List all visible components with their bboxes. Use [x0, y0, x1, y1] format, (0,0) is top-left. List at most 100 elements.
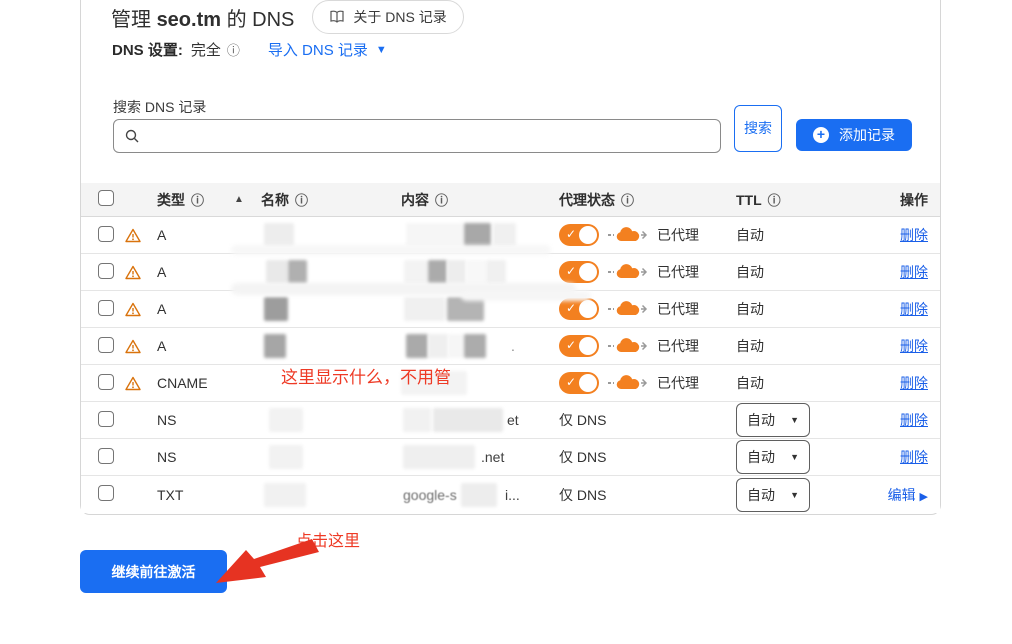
- redacted-blob: [269, 445, 303, 469]
- delete-record-link[interactable]: 删除: [900, 338, 928, 354]
- record-type: TXT: [153, 487, 261, 503]
- record-content-fragment: .net: [481, 449, 504, 465]
- row-checkbox[interactable]: [98, 448, 114, 464]
- table-row: TXT google-si... 仅 DNS 自动▼ 编辑 ▶: [81, 476, 940, 513]
- info-circle-icon[interactable]: ⓘ: [768, 193, 781, 208]
- redacted-blob: [264, 223, 294, 247]
- import-dns-records-link[interactable]: 导入 DNS 记录 ▼: [268, 39, 387, 60]
- delete-record-link[interactable]: 删除: [900, 227, 928, 243]
- redacted-blob: [266, 260, 288, 284]
- info-circle-icon[interactable]: ⓘ: [621, 193, 634, 208]
- redacted-blob: [428, 260, 447, 284]
- redacted-blob: [288, 260, 307, 284]
- warning-triangle-icon[interactable]: [125, 376, 153, 391]
- search-input[interactable]: [148, 120, 720, 152]
- dns-settings-label: DNS 设置:: [112, 39, 183, 60]
- warning-triangle-icon[interactable]: [125, 339, 153, 354]
- continue-activate-button[interactable]: 继续前往激活: [80, 550, 227, 593]
- ttl-value: 自动: [736, 264, 764, 280]
- row-checkbox[interactable]: [98, 300, 114, 316]
- info-circle-icon[interactable]: ⓘ: [435, 193, 448, 208]
- redacted-blob: [466, 260, 486, 284]
- chevron-down-icon: ▼: [790, 490, 799, 500]
- info-circle-icon[interactable]: ⓘ: [227, 40, 240, 59]
- warning-triangle-icon[interactable]: [125, 302, 153, 317]
- chevron-down-icon: ▼: [376, 44, 387, 56]
- orange-cloud-icon: [608, 337, 648, 355]
- header-content: 内容: [401, 192, 429, 208]
- delete-record-link[interactable]: 删除: [900, 412, 928, 428]
- redacted-blob: [433, 408, 503, 432]
- row-checkbox[interactable]: [98, 337, 114, 353]
- orange-cloud-icon: [608, 300, 648, 318]
- record-name-redacted: [261, 328, 401, 364]
- redacted-blob: [403, 408, 431, 432]
- search-input-wrap: [113, 119, 721, 153]
- delete-record-link[interactable]: 删除: [900, 375, 928, 391]
- ttl-dropdown[interactable]: 自动▼: [736, 403, 810, 437]
- proxy-status-label: 已代理: [657, 225, 699, 245]
- row-checkbox[interactable]: [98, 226, 114, 242]
- header-ttl: TTL: [736, 192, 762, 208]
- sort-ascending-icon[interactable]: ▲: [234, 194, 244, 205]
- info-circle-icon[interactable]: ⓘ: [191, 190, 204, 209]
- record-type: CNAME: [153, 375, 261, 391]
- table-row: A ✓ 已代理 自动 删除: [81, 254, 940, 291]
- redacted-blob: [264, 483, 306, 507]
- edit-record-link[interactable]: 编辑 ▶: [888, 487, 928, 503]
- record-content-redacted: et: [401, 402, 553, 438]
- proxy-toggle[interactable]: ✓: [559, 298, 599, 320]
- redacted-blob: [264, 334, 286, 358]
- ttl-value: 自动: [736, 301, 764, 317]
- add-record-button[interactable]: + 添加记录: [796, 119, 912, 151]
- redacted-blob: [406, 334, 428, 358]
- record-name-redacted: [261, 254, 401, 290]
- proxy-toggle[interactable]: ✓: [559, 224, 599, 246]
- domain-name: seo.tm: [157, 9, 221, 31]
- warning-triangle-icon[interactable]: [125, 265, 153, 280]
- record-content-redacted: .net: [401, 439, 553, 475]
- record-content-redacted: google-si...: [401, 476, 553, 513]
- info-circle-icon[interactable]: ⓘ: [295, 193, 308, 208]
- ttl-dropdown[interactable]: 自动▼: [736, 478, 810, 512]
- annotation-table-note: 这里显示什么，不用管: [281, 363, 451, 388]
- add-record-label: 添加记录: [839, 125, 895, 145]
- redacted-blob: [269, 408, 303, 432]
- warning-triangle-icon[interactable]: [125, 228, 153, 243]
- proxy-toggle[interactable]: ✓: [559, 335, 599, 357]
- redacted-blob: [493, 223, 516, 247]
- row-checkbox[interactable]: [98, 485, 114, 501]
- redacted-blob: [406, 223, 463, 247]
- dns-management-card: 管理 seo.tm 的 DNS 关于 DNS 记录 DNS 设置: 完全 ⓘ 导…: [80, 0, 941, 515]
- about-dns-records-button[interactable]: 关于 DNS 记录: [312, 0, 463, 34]
- ttl-dropdown[interactable]: 自动▼: [736, 440, 810, 474]
- redacted-blob: [404, 297, 445, 321]
- chevron-down-icon: ▼: [790, 452, 799, 462]
- proxy-status-label: 已代理: [657, 262, 699, 282]
- redacted-blob: [461, 483, 497, 507]
- proxy-status-label: 仅 DNS: [559, 447, 606, 467]
- record-type: NS: [153, 449, 261, 465]
- header-actions: 操作: [856, 190, 940, 210]
- delete-record-link[interactable]: 删除: [900, 449, 928, 465]
- record-type: A: [153, 301, 261, 317]
- delete-record-link[interactable]: 删除: [900, 301, 928, 317]
- row-checkbox[interactable]: [98, 411, 114, 427]
- table-row: NS et 仅 DNS 自动▼ 删除: [81, 402, 940, 439]
- row-checkbox[interactable]: [98, 374, 114, 390]
- search-button[interactable]: 搜索: [734, 105, 782, 152]
- record-type: A: [153, 227, 261, 243]
- proxy-toggle[interactable]: ✓: [559, 261, 599, 283]
- record-content-fragment: i...: [505, 487, 520, 503]
- row-checkbox[interactable]: [98, 263, 114, 279]
- redacted-blob: [464, 334, 486, 358]
- proxy-status-label: 仅 DNS: [559, 410, 606, 430]
- delete-record-link[interactable]: 删除: [900, 264, 928, 280]
- proxy-status-label: 已代理: [657, 336, 699, 356]
- chevron-down-icon: ▼: [790, 415, 799, 425]
- proxy-toggle[interactable]: ✓: [559, 372, 599, 394]
- table-row: A ✓ 已代理 自动 删除: [81, 217, 940, 254]
- record-type: NS: [153, 412, 261, 428]
- redacted-blob: [264, 297, 288, 321]
- select-all-checkbox[interactable]: [98, 190, 114, 206]
